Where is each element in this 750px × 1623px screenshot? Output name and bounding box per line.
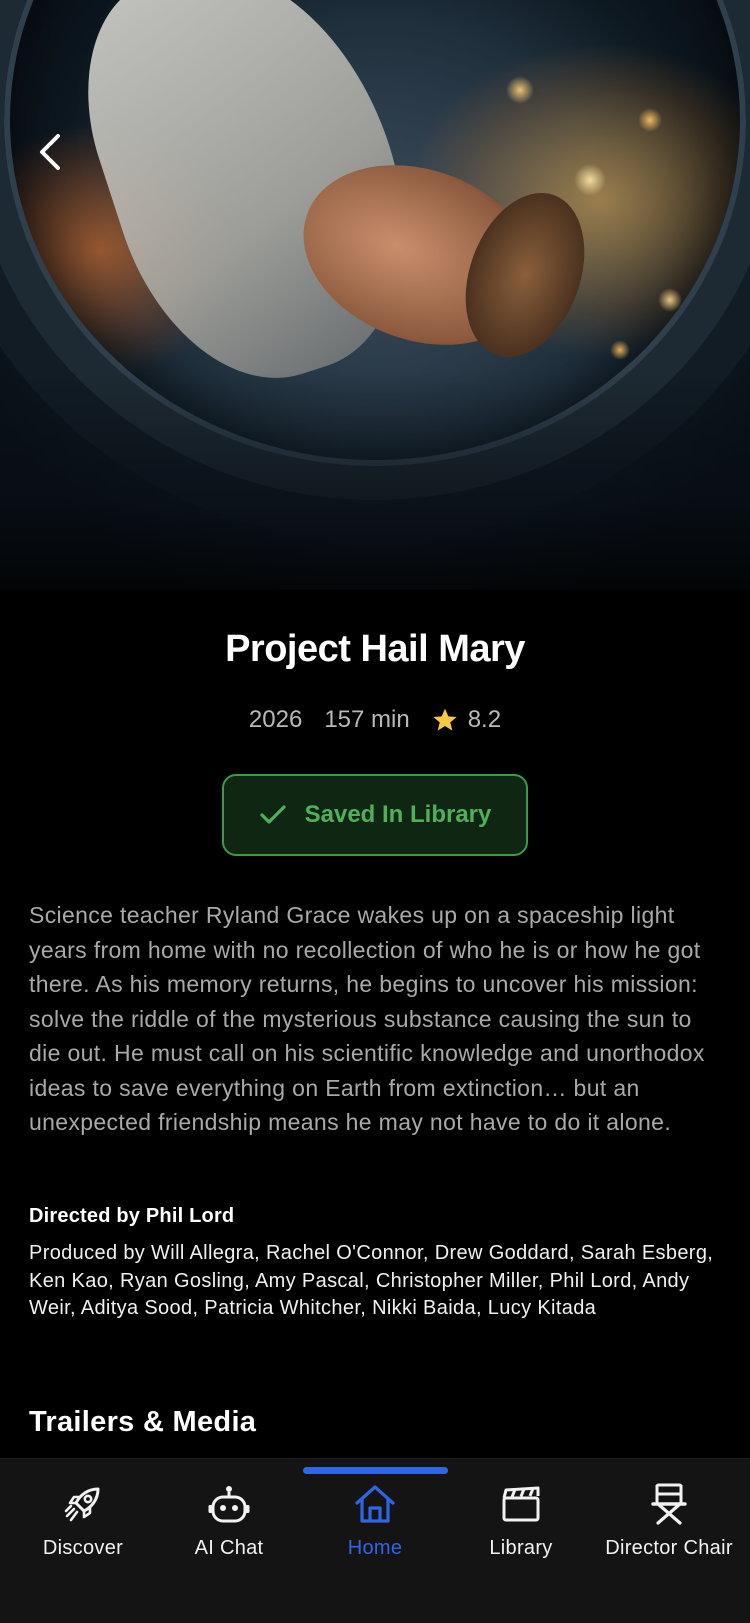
tab-label: Home xyxy=(347,1537,403,1559)
hero-poster-image xyxy=(0,0,750,590)
tab-label: Discover xyxy=(42,1537,124,1559)
tab-director-chair[interactable]: Director Chair xyxy=(594,1481,744,1571)
bottom-tab-bar: Discover AI Chat Home Library Director C… xyxy=(0,1458,750,1623)
movie-synopsis: Science teacher Ryland Grace wakes up on… xyxy=(29,902,705,1135)
saved-in-library-button[interactable]: Saved In Library xyxy=(222,774,528,856)
release-year: 2026 xyxy=(248,706,303,733)
tab-discover[interactable]: Discover xyxy=(8,1481,158,1571)
movie-title: Project Hail Mary xyxy=(225,628,525,670)
director-chair-icon xyxy=(646,1481,692,1527)
chevron-left-icon xyxy=(37,132,63,172)
trailers-media-heading: Trailers & Media xyxy=(29,1406,257,1438)
back-button[interactable] xyxy=(30,128,70,176)
director-credit: Directed by Phil Lord xyxy=(29,1205,235,1227)
tab-ai-chat[interactable]: AI Chat xyxy=(154,1481,304,1571)
tab-label: Library xyxy=(489,1537,553,1559)
clapperboard-icon xyxy=(498,1481,544,1527)
movie-detail-screen: Project Hail Mary 2026 157 min 8.2 Saved… xyxy=(0,0,750,1623)
tab-label: AI Chat xyxy=(194,1537,264,1559)
movie-meta-row: 2026 157 min 8.2 xyxy=(0,706,750,734)
saved-in-library-label: Saved In Library xyxy=(304,801,492,828)
tab-label: Director Chair xyxy=(605,1537,733,1559)
check-icon xyxy=(259,804,287,826)
rocket-icon xyxy=(60,1481,106,1527)
rating-value: 8.2 xyxy=(467,706,502,733)
hero-bottom-fade xyxy=(0,370,750,590)
active-tab-indicator xyxy=(303,1467,448,1474)
tab-home[interactable]: Home xyxy=(300,1481,450,1571)
home-icon xyxy=(352,1481,398,1527)
robot-icon xyxy=(206,1481,252,1527)
tab-library[interactable]: Library xyxy=(446,1481,596,1571)
runtime: 157 min xyxy=(324,706,410,733)
producers-credit: Produced by Will Allegra, Rachel O'Conno… xyxy=(29,1242,714,1319)
star-icon xyxy=(432,707,458,733)
